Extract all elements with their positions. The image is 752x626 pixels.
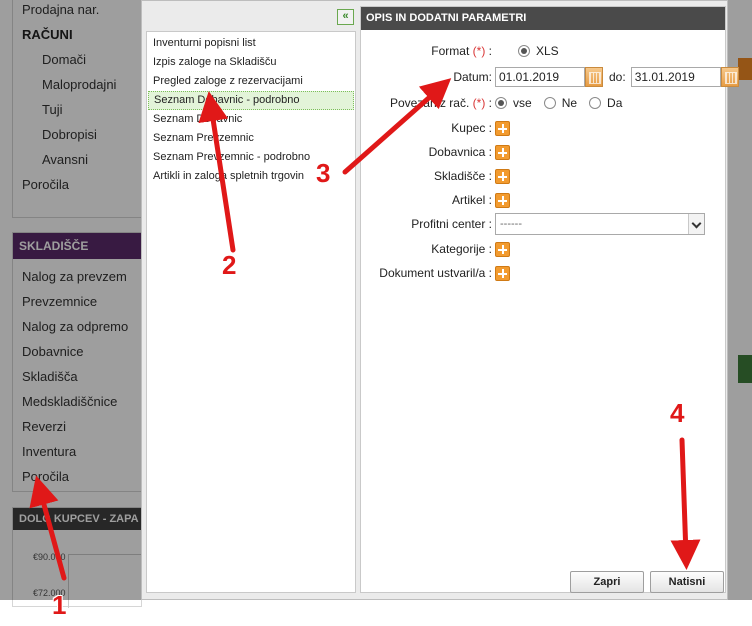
povezan-ne-label: Ne bbox=[561, 96, 578, 110]
povezan-row: Povezan z rač. (*) : vse Ne Da bbox=[389, 96, 623, 110]
dobavnica-label: Dobavnica : bbox=[428, 145, 492, 159]
kupec-label: Kupec : bbox=[451, 121, 492, 135]
kategorije-label: Kategorije : bbox=[431, 242, 492, 256]
annotation-number-4: 4 bbox=[670, 398, 685, 428]
add-dobavnica-icon[interactable] bbox=[495, 144, 510, 160]
calendar-icon[interactable] bbox=[720, 67, 739, 87]
required-mark: (*) bbox=[472, 96, 486, 110]
artikel-label: Artikel : bbox=[451, 193, 492, 207]
report-list: Inventurni popisni list Izpis zaloge na … bbox=[146, 31, 356, 593]
add-kupec-icon[interactable] bbox=[495, 120, 510, 136]
profitni-row: Profitni center : ------ bbox=[361, 213, 727, 235]
profitni-center-value: ------ bbox=[500, 218, 522, 230]
annotation-number-1: 1 bbox=[52, 590, 67, 620]
report-dialog: « Inventurni popisni list Izpis zaloge n… bbox=[141, 0, 739, 600]
artikel-row: Artikel : bbox=[361, 189, 727, 211]
format-xls-radio[interactable] bbox=[518, 45, 530, 57]
add-skladisce-icon[interactable] bbox=[495, 168, 510, 184]
povezan-vse-radio[interactable] bbox=[495, 97, 507, 109]
calendar-icon[interactable] bbox=[585, 67, 603, 87]
kupec-row: Kupec : bbox=[361, 117, 727, 139]
date-to-label: do: bbox=[609, 70, 626, 84]
format-row: Format (*) : XLS bbox=[431, 44, 559, 58]
povezan-label: Povezan z rač. bbox=[389, 96, 470, 110]
skladisce-label: Skladišče : bbox=[433, 169, 492, 183]
close-button[interactable]: Zapri bbox=[570, 571, 644, 593]
format-xls-label: XLS bbox=[536, 44, 559, 58]
parameters-panel: OPIS IN DODATNI PARAMETRI Format (*) : X… bbox=[360, 6, 739, 593]
report-item-pregled-zaloge[interactable]: Pregled zaloge z rezervacijami bbox=[148, 72, 354, 91]
dokument-label: Dokument ustvaril/a : bbox=[379, 266, 492, 280]
povezan-da-label: Da bbox=[607, 96, 623, 110]
add-dokument-icon[interactable] bbox=[495, 265, 510, 281]
date-to-input[interactable] bbox=[630, 67, 721, 87]
kategorije-row: Kategorije : bbox=[361, 238, 727, 260]
add-artikel-icon[interactable] bbox=[495, 192, 510, 208]
skladisce-row: Skladišče : bbox=[361, 165, 727, 187]
required-mark: (*) bbox=[472, 44, 486, 58]
collapse-list-button[interactable]: « bbox=[337, 9, 354, 25]
date-from-input[interactable] bbox=[495, 67, 585, 87]
print-button[interactable]: Natisni bbox=[650, 571, 724, 593]
report-item-seznam-dobavnic[interactable]: Seznam Dobavnic bbox=[148, 110, 354, 129]
povezan-da-radio[interactable] bbox=[589, 97, 602, 109]
format-label: Format bbox=[431, 44, 470, 58]
report-item-seznam-prevzemnic[interactable]: Seznam Prevzemnic bbox=[148, 129, 354, 148]
povezan-vse-label: vse bbox=[513, 96, 532, 110]
datum-row: Datum: do: bbox=[361, 66, 739, 88]
profitni-center-select[interactable]: ------ bbox=[495, 213, 705, 235]
chevron-down-icon[interactable] bbox=[688, 214, 704, 234]
report-item-seznam-dobavnic-podrobno[interactable]: Seznam Dobavnic - podrobno bbox=[148, 91, 354, 110]
add-kategorije-icon[interactable] bbox=[495, 241, 510, 257]
report-item-izpis-zaloge[interactable]: Izpis zaloge na Skladišču bbox=[148, 53, 354, 72]
dobavnica-row: Dobavnica : bbox=[361, 141, 727, 163]
annotation-number-3: 3 bbox=[316, 158, 331, 188]
povezan-ne-radio[interactable] bbox=[543, 97, 556, 109]
datum-label: Datum: bbox=[453, 70, 492, 84]
profitni-label: Profitni center : bbox=[411, 217, 492, 231]
parameters-title: OPIS IN DODATNI PARAMETRI bbox=[361, 7, 725, 30]
annotation-number-2: 2 bbox=[222, 250, 237, 280]
dokument-row: Dokument ustvaril/a : bbox=[361, 262, 727, 284]
report-item-inventurni-popisni-list[interactable]: Inventurni popisni list bbox=[148, 34, 354, 53]
